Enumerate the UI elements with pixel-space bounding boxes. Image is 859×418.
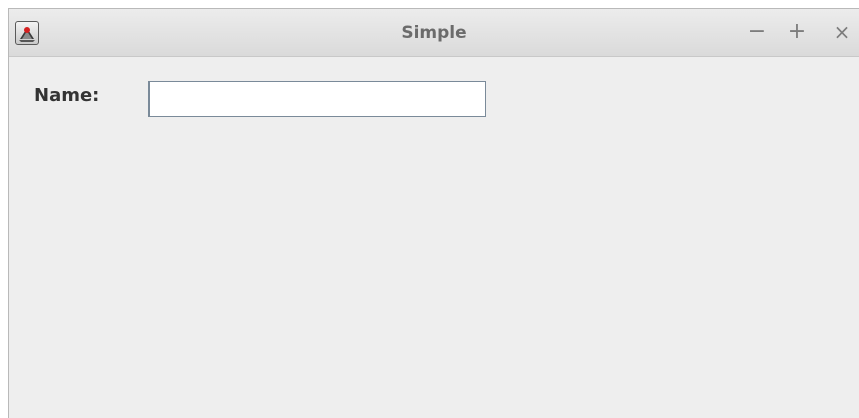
minimize-button[interactable]: − [744, 19, 770, 45]
window-content: Name: [9, 57, 859, 418]
name-label: Name: [34, 85, 100, 106]
window-title: Simple [401, 23, 467, 43]
maximize-button[interactable]: + [784, 19, 810, 45]
close-button[interactable]: × [829, 19, 855, 45]
app-window: Simple − + × Name: [8, 8, 859, 418]
name-input[interactable] [148, 81, 486, 117]
title-bar[interactable]: Simple − + × [9, 9, 859, 57]
